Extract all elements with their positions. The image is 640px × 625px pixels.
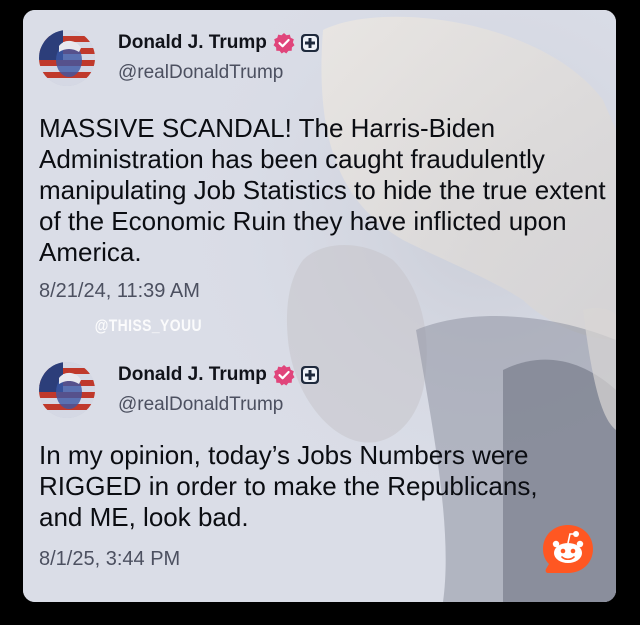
- reddit-snoo-icon[interactable]: [540, 522, 596, 578]
- verified-badge-icon: [273, 365, 295, 386]
- post-text: MASSIVE SCANDAL! The Harris-Biden Admini…: [39, 113, 606, 267]
- watermark: @THISS_YOUU: [94, 316, 202, 335]
- flag-avatar: [39, 362, 95, 418]
- author-name[interactable]: Donald J. Trump: [118, 32, 267, 54]
- verified-badge-icon: [273, 33, 295, 54]
- author-avatar[interactable]: [39, 362, 95, 418]
- author-row: Donald J. Trump: [118, 364, 320, 386]
- author-avatar[interactable]: [39, 30, 95, 86]
- plus-badge-icon: [300, 366, 319, 384]
- post-timestamp[interactable]: 8/21/24, 11:39 AM: [39, 280, 200, 303]
- post-text: In my opinion, today’s Jobs Numbers were…: [39, 440, 538, 532]
- author-handle[interactable]: @realDonaldTrump: [118, 394, 283, 416]
- author-handle[interactable]: @realDonaldTrump: [118, 62, 283, 84]
- flag-avatar: [39, 30, 95, 86]
- author-name[interactable]: Donald J. Trump: [118, 364, 267, 386]
- author-row: Donald J. Trump: [118, 32, 320, 54]
- screenshot-card: Donald J. Trump @realDonaldTrump MASSIVE…: [23, 10, 616, 602]
- post-timestamp[interactable]: 8/1/25, 3:44 PM: [39, 548, 180, 571]
- plus-badge-icon: [300, 34, 319, 52]
